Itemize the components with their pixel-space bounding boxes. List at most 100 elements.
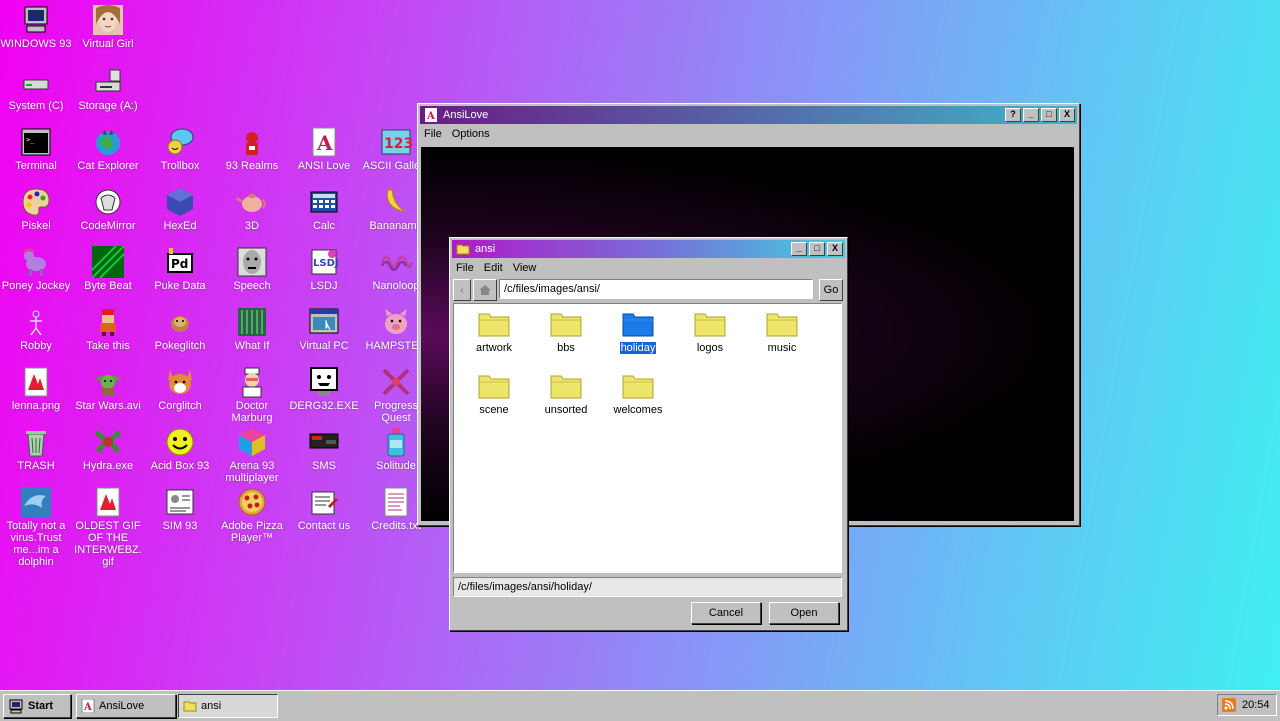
desktop-icon-oldest-gif[interactable]: OLDEST GIF OF THE INTERWEBZ.gif bbox=[72, 486, 144, 568]
pokeglitch-icon bbox=[171, 316, 189, 332]
home-icon bbox=[479, 285, 491, 295]
desktop-icon-byte-beat[interactable]: Byte Beat bbox=[72, 246, 144, 292]
desktop-icon-poney-jockey[interactable]: Poney Jockey bbox=[0, 246, 72, 292]
desktop-icon-contact-us[interactable]: Contact us bbox=[288, 486, 360, 532]
desktop-icon-label: Trollbox bbox=[160, 160, 200, 172]
desktop-icon-codemirror[interactable]: CodeMirror bbox=[72, 186, 144, 232]
desktop-icon-93-realms[interactable]: 93 Realms bbox=[216, 126, 288, 172]
girl-face-icon bbox=[93, 5, 123, 35]
dialog-menubar: File Edit View bbox=[450, 260, 847, 276]
selected-path-field[interactable]: /c/files/images/ansi/holiday/ bbox=[453, 577, 842, 597]
close-button[interactable]: X bbox=[1059, 108, 1075, 122]
rss-icon[interactable] bbox=[1222, 698, 1236, 712]
desktop-icon-lsdj[interactable]: LSDJ LSDJ bbox=[288, 246, 360, 292]
desktop-icon-trollbox[interactable]: Trollbox bbox=[144, 126, 216, 172]
desktop-icon-terminal[interactable]: >_ Terminal bbox=[0, 126, 72, 172]
desktop-icon-dolphin[interactable]: Totally not a virus.Trust me...im a dolp… bbox=[0, 486, 72, 568]
desktop-icon-storage-a[interactable]: Storage (A:) bbox=[72, 66, 144, 112]
help-button[interactable]: ? bbox=[1005, 108, 1021, 122]
terminal-icon: >_ bbox=[21, 128, 51, 156]
maximize-button[interactable]: □ bbox=[1041, 108, 1057, 122]
desktop-icon-star-wars[interactable]: Star Wars.avi bbox=[72, 366, 144, 412]
ansi-a-icon: A bbox=[81, 699, 95, 713]
dialog-titlebar[interactable]: ansi _ □ X bbox=[452, 240, 845, 258]
desktop-icon-ansi-love[interactable]: A ANSI Love bbox=[288, 126, 360, 172]
system-tray: 20:54 bbox=[1217, 694, 1277, 716]
desktop-icon-hydra[interactable]: Hydra.exe bbox=[72, 426, 144, 472]
desktop-icon-sim-93[interactable]: SIM 93 bbox=[144, 486, 216, 532]
palette-icon bbox=[22, 188, 50, 216]
drive-icon bbox=[23, 79, 49, 90]
folder-artwork[interactable]: artwork bbox=[458, 310, 530, 354]
desktop-icon-calc[interactable]: Calc bbox=[288, 186, 360, 232]
minimize-button[interactable]: _ bbox=[1023, 108, 1039, 122]
start-button[interactable]: Start bbox=[3, 694, 71, 718]
desktop-icon-puke-data[interactable]: Pd Puke Data bbox=[144, 246, 216, 292]
desktop-icon-corglitch[interactable]: Corglitch bbox=[144, 366, 216, 412]
task-ansi[interactable]: ansi bbox=[178, 694, 278, 718]
desktop-icon-virtual-girl[interactable]: Virtual Girl bbox=[72, 4, 144, 50]
text-file-icon bbox=[384, 487, 408, 517]
trash-icon bbox=[26, 431, 46, 457]
cancel-button[interactable]: Cancel bbox=[691, 602, 761, 624]
desktop-icon-cat-explorer[interactable]: Cat Explorer bbox=[72, 126, 144, 172]
desktop-icon-arena-93[interactable]: Arena 93 multiplayer bbox=[216, 426, 288, 484]
minimize-button[interactable]: _ bbox=[791, 242, 807, 256]
folder-logos[interactable]: logos bbox=[674, 310, 746, 354]
desktop-icon-lenna-png[interactable]: lenna.png bbox=[0, 366, 72, 412]
folder-holiday[interactable]: holiday bbox=[602, 310, 674, 355]
desktop-icon-label: 93 Realms bbox=[225, 160, 279, 172]
home-button[interactable] bbox=[473, 279, 497, 301]
desktop-icon-3d[interactable]: 3D bbox=[216, 186, 288, 232]
go-button[interactable]: Go bbox=[819, 279, 843, 301]
desktop-icon-label: Corglitch bbox=[158, 400, 202, 412]
svg-text:123: 123 bbox=[384, 136, 412, 152]
open-button[interactable]: Open bbox=[769, 602, 839, 624]
desktop-icon-system-c[interactable]: System (C) bbox=[0, 66, 72, 112]
ansilove-titlebar[interactable]: A AnsiLove ? _ □ X bbox=[420, 106, 1077, 124]
desktop-icon-pokeglitch[interactable]: Pokeglitch bbox=[144, 306, 216, 352]
desktop-icon-derg32[interactable]: DERG32.EXE bbox=[288, 366, 360, 412]
menu-view[interactable]: View bbox=[513, 262, 537, 274]
desktop-icon-acid-box[interactable]: Acid Box 93 bbox=[144, 426, 216, 472]
desktop-icon-pizza-player[interactable]: Adobe Pizza Player™ bbox=[216, 486, 288, 544]
pd-icon: Pd bbox=[167, 248, 193, 273]
path-input[interactable] bbox=[499, 279, 813, 299]
pony-icon bbox=[23, 248, 46, 276]
back-button[interactable]: ‹ bbox=[453, 279, 471, 301]
menu-file[interactable]: File bbox=[456, 262, 474, 274]
desktop-icon-label: Calc bbox=[312, 220, 335, 232]
menu-options[interactable]: Options bbox=[452, 128, 490, 140]
desktop-icon-doctor-marburg[interactable]: Doctor Marburg bbox=[216, 366, 288, 424]
desktop-icon-speech[interactable]: Speech bbox=[216, 246, 288, 292]
close-button[interactable]: X bbox=[827, 242, 843, 256]
desktop-icon-hexed[interactable]: HexEd bbox=[144, 186, 216, 232]
folder-welcomes[interactable]: welcomes bbox=[602, 372, 674, 416]
folder-label: bbs bbox=[557, 342, 575, 354]
bottle-icon bbox=[387, 428, 405, 457]
desktop-icon-label: Star Wars.avi bbox=[75, 400, 141, 412]
desktop-icon-label: SIM 93 bbox=[162, 520, 198, 532]
folder-unsorted[interactable]: unsorted bbox=[530, 372, 602, 416]
folder-bbs[interactable]: bbs bbox=[530, 310, 602, 354]
menu-file[interactable]: File bbox=[424, 128, 442, 140]
desktop-icon-sms[interactable]: SMS bbox=[288, 426, 360, 472]
desktop-icon-label: lenna.png bbox=[11, 400, 61, 412]
desktop-icon-virtual-pc[interactable]: Virtual PC bbox=[288, 306, 360, 352]
task-ansilove[interactable]: A AnsiLove bbox=[76, 694, 176, 718]
file-list[interactable]: artwork bbs holiday logos music scene un… bbox=[453, 303, 842, 573]
desktop-icon-take-this[interactable]: Take this bbox=[72, 306, 144, 352]
desktop-icon-robby[interactable]: Robby bbox=[0, 306, 72, 352]
desktop-icon-trash[interactable]: TRASH bbox=[0, 426, 72, 472]
desktop-icon-label: SMS bbox=[312, 460, 336, 472]
menu-edit[interactable]: Edit bbox=[484, 262, 503, 274]
maximize-button[interactable]: □ bbox=[809, 242, 825, 256]
desktop-icon-what-if[interactable]: What If bbox=[216, 306, 288, 352]
folder-music[interactable]: music bbox=[746, 310, 818, 354]
desktop-icon-windows93[interactable]: WINDOWS 93 bbox=[0, 4, 72, 50]
folder-icon bbox=[550, 375, 582, 399]
desktop-icon-piskel[interactable]: Piskel bbox=[0, 186, 72, 232]
folder-scene[interactable]: scene bbox=[458, 372, 530, 416]
pig-icon bbox=[385, 309, 407, 334]
yoda-icon bbox=[94, 375, 122, 396]
